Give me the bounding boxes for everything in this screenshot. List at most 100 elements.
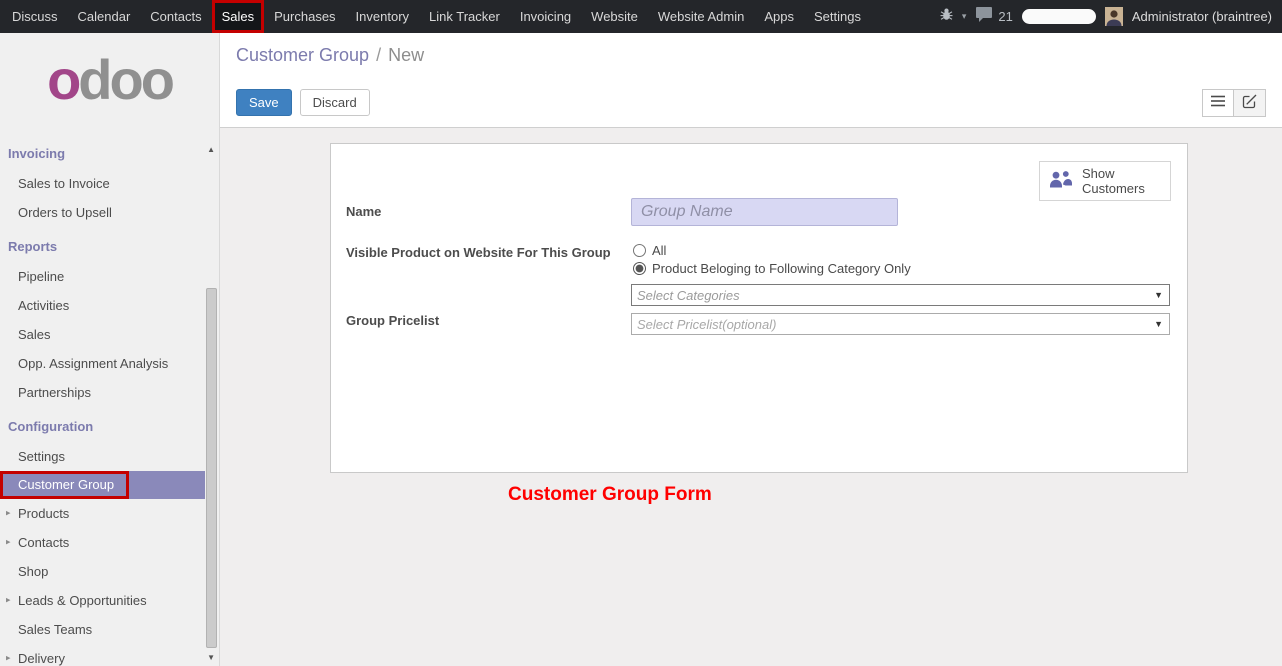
- expand-arrow-icon: ▸: [6, 537, 11, 548]
- sidebar-item-contacts[interactable]: ▸ Contacts: [0, 528, 205, 557]
- sidebar-item-label: Orders to Upsell: [18, 205, 112, 220]
- expand-arrow-icon: ▸: [6, 653, 11, 664]
- menu-discuss[interactable]: Discuss: [2, 0, 68, 33]
- categories-select[interactable]: Select Categories ▼: [631, 284, 1170, 306]
- messages-count-badge[interactable]: 21: [998, 9, 1012, 24]
- sidebar-item-sales-to-invoice[interactable]: Sales to Invoice: [0, 169, 205, 198]
- list-view-button[interactable]: [1202, 89, 1234, 117]
- pricelist-select-placeholder: Select Pricelist(optional): [637, 317, 776, 332]
- name-field-label: Name: [346, 204, 381, 219]
- user-menu[interactable]: Administrator (braintree): [1132, 9, 1272, 24]
- save-button[interactable]: Save: [236, 89, 292, 116]
- pricelist-select[interactable]: Select Pricelist(optional) ▼: [631, 313, 1170, 335]
- visible-product-radio-group: All Product Beloging to Following Catego…: [633, 241, 911, 277]
- debug-bug-icon[interactable]: [940, 8, 953, 26]
- menu-purchases[interactable]: Purchases: [264, 0, 345, 33]
- sidebar-item-delivery[interactable]: ▸ Delivery: [0, 644, 205, 666]
- scroll-up-icon[interactable]: ▲: [207, 145, 215, 154]
- sidebar-item-opp-assignment-analysis[interactable]: Opp. Assignment Analysis: [0, 349, 205, 378]
- logo-letter: o: [47, 48, 78, 111]
- odoo-logo: odoo: [0, 51, 219, 110]
- view-switcher: [1202, 89, 1266, 117]
- menu-apps[interactable]: Apps: [754, 0, 804, 33]
- expand-arrow-icon: ▸: [6, 508, 11, 519]
- systray-pill-widget[interactable]: [1022, 9, 1096, 24]
- caret-down-icon[interactable]: ▾: [962, 11, 967, 22]
- expand-arrow-icon: ▸: [6, 595, 11, 606]
- radio-all[interactable]: All: [633, 241, 911, 259]
- annotation-caption: Customer Group Form: [508, 484, 712, 506]
- sidebar-item-leads-opportunities[interactable]: ▸ Leads & Opportunities: [0, 586, 205, 615]
- sidebar-item-label: Delivery: [18, 651, 65, 666]
- menu-website[interactable]: Website: [581, 0, 648, 33]
- sidebar-item-settings[interactable]: Settings: [0, 442, 205, 471]
- sidebar-item-label: Activities: [18, 298, 69, 313]
- menu-contacts[interactable]: Contacts: [140, 0, 211, 33]
- sidebar-scrollbar-thumb[interactable]: [206, 288, 217, 648]
- sidebar-item-label: Settings: [18, 449, 65, 464]
- sidebar-item-customer-group[interactable]: Customer Group: [0, 471, 205, 499]
- sidebar-item-label: Sales to Invoice: [18, 176, 110, 191]
- sidebar-item-label: Customer Group: [18, 477, 114, 492]
- sidebar-item-pipeline[interactable]: Pipeline: [0, 262, 205, 291]
- menu-invoicing[interactable]: Invoicing: [510, 0, 581, 33]
- sidebar-item-sales-teams[interactable]: Sales Teams: [0, 615, 205, 644]
- sidebar-item-orders-to-upsell[interactable]: Orders to Upsell: [0, 198, 205, 227]
- breadcrumb-separator: /: [376, 45, 381, 66]
- sidebar-item-label: Products: [18, 506, 69, 521]
- show-customers-button[interactable]: Show Customers: [1039, 161, 1171, 201]
- radio-all-input[interactable]: [633, 244, 646, 257]
- pricelist-field-label: Group Pricelist: [346, 313, 439, 328]
- messages-icon[interactable]: [975, 6, 993, 27]
- top-navbar: Discuss Calendar Contacts Sales Purchase…: [0, 0, 1282, 33]
- sidebar-item-label: Contacts: [18, 535, 69, 550]
- dropdown-arrow-icon: ▼: [1154, 290, 1164, 300]
- sidebar-menu: Invoicing Sales to Invoice Orders to Ups…: [0, 134, 205, 666]
- sidebar-section-invoicing: Invoicing: [0, 134, 205, 169]
- main-content: Customer Group / New Save Discard: [220, 33, 1282, 666]
- show-customers-label: Show Customers: [1082, 166, 1162, 196]
- menu-website-admin[interactable]: Website Admin: [648, 0, 754, 33]
- sidebar-item-label: Opp. Assignment Analysis: [18, 356, 168, 371]
- radio-category-only[interactable]: Product Beloging to Following Category O…: [633, 259, 911, 277]
- form-view-button[interactable]: [1234, 89, 1266, 117]
- menu-calendar[interactable]: Calendar: [68, 0, 141, 33]
- sidebar-item-label: Partnerships: [18, 385, 91, 400]
- sidebar-item-partnerships[interactable]: Partnerships: [0, 378, 205, 407]
- sidebar-section-reports: Reports: [0, 227, 205, 262]
- sidebar-item-label: Pipeline: [18, 269, 64, 284]
- sidebar-item-label: Leads & Opportunities: [18, 593, 147, 608]
- breadcrumb: Customer Group / New: [220, 33, 1282, 78]
- control-panel: Save Discard: [220, 78, 1282, 128]
- scroll-down-icon[interactable]: ▼: [207, 653, 215, 662]
- form-edit-icon: [1242, 93, 1258, 112]
- annotation-highlight-box: Customer Group: [0, 471, 129, 499]
- visible-product-field-label: Visible Product on Website For This Grou…: [346, 245, 611, 260]
- list-view-icon: [1210, 94, 1226, 111]
- breadcrumb-current: New: [388, 45, 424, 66]
- group-name-input[interactable]: [631, 198, 898, 226]
- dropdown-arrow-icon: ▼: [1154, 319, 1164, 329]
- sidebar-item-shop[interactable]: Shop: [0, 557, 205, 586]
- menu-inventory[interactable]: Inventory: [346, 0, 419, 33]
- sidebar-item-activities[interactable]: Activities: [0, 291, 205, 320]
- menu-settings[interactable]: Settings: [804, 0, 871, 33]
- menu-sales[interactable]: Sales: [212, 0, 265, 33]
- categories-select-placeholder: Select Categories: [637, 288, 740, 303]
- breadcrumb-parent-link[interactable]: Customer Group: [236, 45, 369, 66]
- sidebar-item-label: Sales Teams: [18, 622, 92, 637]
- sidebar-item-label: Sales: [18, 327, 51, 342]
- form-sheet: Show Customers Name Visible Product on W…: [330, 143, 1188, 473]
- radio-category-only-input[interactable]: [633, 262, 646, 275]
- radio-all-label: All: [652, 243, 666, 258]
- sidebar: odoo ▲ Invoicing Sales to Invoice Orders…: [0, 33, 220, 666]
- sidebar-item-sales[interactable]: Sales: [0, 320, 205, 349]
- odoo-app-window: Discuss Calendar Contacts Sales Purchase…: [0, 0, 1282, 666]
- discard-button[interactable]: Discard: [300, 89, 370, 116]
- sidebar-item-products[interactable]: ▸ Products: [0, 499, 205, 528]
- menu-link-tracker[interactable]: Link Tracker: [419, 0, 510, 33]
- user-avatar[interactable]: [1105, 7, 1123, 26]
- radio-category-only-label: Product Beloging to Following Category O…: [652, 261, 911, 276]
- sidebar-section-configuration: Configuration: [0, 407, 205, 442]
- top-menu: Discuss Calendar Contacts Sales Purchase…: [0, 0, 871, 33]
